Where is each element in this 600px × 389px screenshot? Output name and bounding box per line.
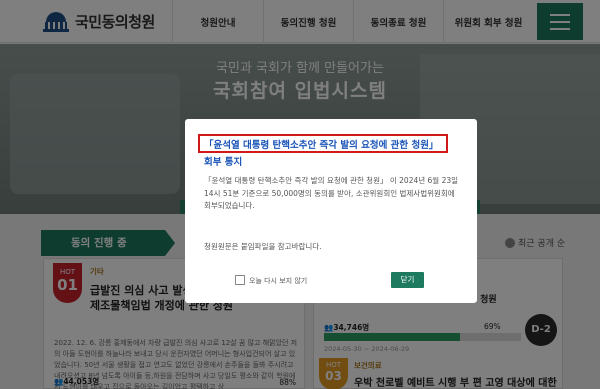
dont-show-today-checkbox[interactable] <box>235 275 245 285</box>
popup-note: 청원원문은 붙임파일을 참고바랍니다. <box>204 242 322 251</box>
popup-subtitle: 회부 통지 <box>204 157 243 168</box>
popup-body: 「윤석열 대통령 탄핵소추안 즉각 발의 요청에 관한 청원」 이 2024년 … <box>204 176 459 210</box>
popup-title: 「윤석열 대통령 탄핵소추안 즉각 발의 요청에 관한 청원」 <box>204 140 439 151</box>
close-button[interactable]: 닫기 <box>391 272 424 288</box>
dont-show-today-label[interactable]: 오늘 다시 보지 않기 <box>249 276 307 286</box>
notice-popup: 「윤석열 대통령 탄핵소추안 즉각 발의 요청에 관한 청원」 회부 통지 「윤… <box>185 119 477 303</box>
